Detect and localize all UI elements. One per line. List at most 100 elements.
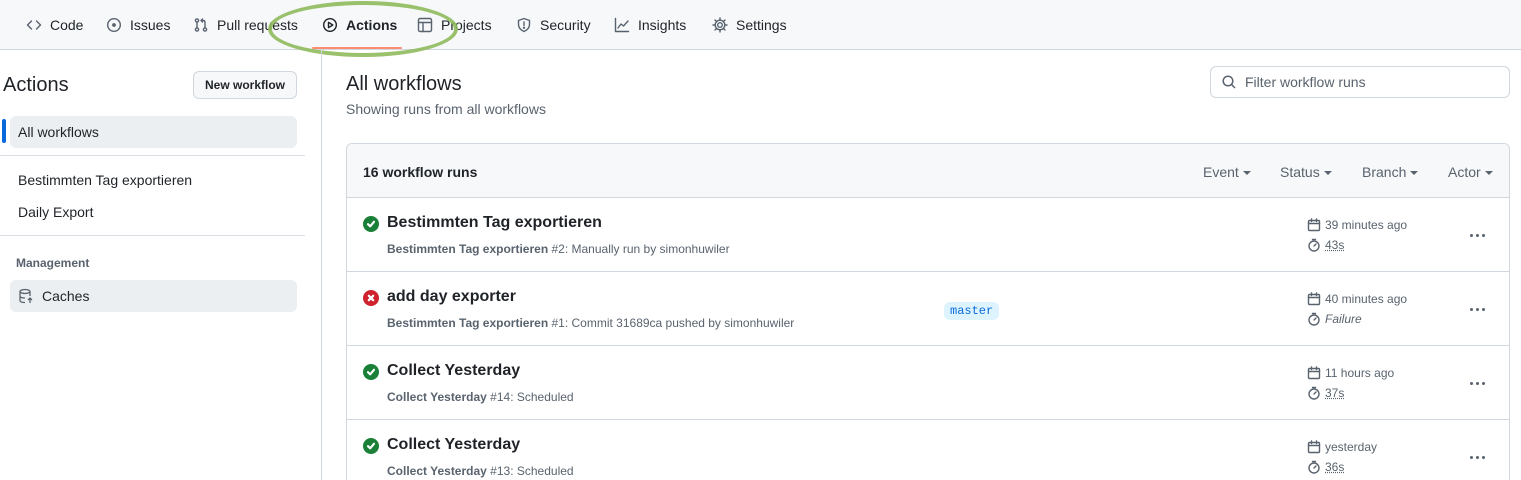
success-check-icon [363, 364, 379, 380]
sidebar-item-caches[interactable]: Caches [10, 280, 297, 312]
tab-label: Pull requests [217, 17, 298, 33]
run-options-kebab-icon[interactable] [1463, 373, 1491, 393]
database-icon [19, 288, 33, 304]
run-workflow-name[interactable]: Collect Yesterday [387, 464, 487, 478]
calendar-icon [1307, 440, 1321, 454]
workflow-run-row[interactable]: Bestimmten Tag exportieren Bestimmten Ta… [347, 198, 1509, 272]
filter-label: Event [1203, 164, 1239, 180]
caret-down-icon [1484, 171, 1493, 175]
filter-label: Status [1280, 164, 1320, 180]
tab-actions[interactable]: Actions [322, 0, 397, 50]
filter-runs-field[interactable] [1210, 66, 1510, 98]
calendar-icon [1307, 366, 1321, 380]
sidebar-divider [0, 155, 305, 156]
stopwatch-icon [1308, 312, 1320, 326]
run-workflow-name[interactable]: Bestimmten Tag exportieren [387, 242, 548, 256]
run-detail: #13: Scheduled [486, 464, 574, 478]
graph-icon [614, 17, 630, 33]
run-title[interactable]: add day exporter [387, 288, 516, 306]
tab-label: Insights [638, 17, 687, 33]
branch-tag[interactable]: master [944, 302, 1000, 320]
run-time-value: 40 minutes ago [1325, 292, 1408, 306]
run-duration: 43s [1307, 238, 1344, 252]
status-filter-dropdown[interactable]: Status [1280, 164, 1332, 180]
workflow-runs-list: 16 workflow runs Event Status Branch Act… [346, 143, 1510, 480]
sidebar-item-label: Bestimmten Tag exportieren [18, 172, 193, 188]
play-icon [322, 17, 338, 33]
stopwatch-icon [1308, 460, 1320, 474]
sidebar-divider [0, 235, 305, 236]
sidebar-item-label: Caches [42, 288, 90, 304]
shield-icon [517, 17, 531, 33]
run-duration: Failure [1307, 312, 1362, 326]
run-time: yesterday [1307, 440, 1377, 454]
tab-label: Settings [736, 17, 787, 33]
filter-runs-input[interactable] [1245, 74, 1495, 90]
run-duration-value: 36s [1325, 460, 1345, 474]
gear-icon [712, 17, 728, 33]
calendar-icon [1307, 218, 1321, 232]
run-detail: #14: Scheduled [486, 390, 574, 404]
run-options-kebab-icon[interactable] [1463, 447, 1491, 467]
code-icon [26, 20, 42, 30]
run-title[interactable]: Bestimmten Tag exportieren [387, 214, 602, 232]
selected-indicator [2, 119, 6, 143]
page-subtitle: Showing runs from all workflows [346, 101, 546, 117]
sidebar-item-label: Daily Export [18, 204, 94, 220]
run-duration: 37s [1307, 386, 1344, 400]
run-time: 40 minutes ago [1307, 292, 1407, 306]
issue-icon [106, 17, 122, 33]
caret-down-icon [1323, 171, 1332, 175]
sidebar-item-label: All workflows [18, 124, 99, 140]
run-time: 39 minutes ago [1307, 218, 1407, 232]
tab-projects[interactable]: Projects [417, 0, 492, 50]
event-filter-dropdown[interactable]: Event [1203, 164, 1251, 180]
actor-filter-dropdown[interactable]: Actor [1448, 164, 1493, 180]
tab-settings[interactable]: Settings [712, 0, 787, 50]
tab-label: Projects [441, 17, 492, 33]
sidebar-item-workflow[interactable]: Bestimmten Tag exportieren [10, 164, 297, 196]
active-tab-underline [312, 47, 402, 49]
run-time-value: 11 hours ago [1325, 366, 1395, 380]
tab-label: Security [540, 17, 591, 33]
run-duration-value: 37s [1325, 386, 1345, 400]
tab-insights[interactable]: Insights [614, 0, 686, 50]
run-title[interactable]: Collect Yesterday [387, 362, 520, 380]
run-options-kebab-icon[interactable] [1463, 225, 1491, 245]
run-workflow-name[interactable]: Bestimmten Tag exportieren [387, 316, 548, 330]
runs-count: 16 workflow runs [363, 164, 478, 180]
new-workflow-button[interactable]: New workflow [193, 71, 297, 99]
runs-list-header: 16 workflow runs Event Status Branch Act… [347, 144, 1509, 198]
branch-filter-dropdown[interactable]: Branch [1362, 164, 1419, 180]
sidebar-item-all-workflows[interactable]: All workflows [10, 116, 297, 148]
run-time-value: 39 minutes ago [1325, 218, 1408, 232]
run-time: 11 hours ago [1307, 366, 1394, 380]
run-workflow-name[interactable]: Collect Yesterday [387, 390, 487, 404]
calendar-icon [1307, 292, 1321, 306]
run-duration-value: 43s [1325, 238, 1345, 252]
tab-issues[interactable]: Issues [106, 0, 170, 50]
run-duration-value: Failure [1325, 312, 1362, 326]
run-title[interactable]: Collect Yesterday [387, 436, 520, 454]
tab-security[interactable]: Security [516, 0, 591, 50]
tab-label: Actions [346, 17, 398, 33]
page-title: All workflows [346, 73, 462, 95]
workflow-run-row[interactable]: Collect Yesterday Collect Yesterday #13:… [347, 420, 1509, 480]
success-check-icon [363, 438, 379, 454]
success-check-icon [363, 216, 379, 232]
run-options-kebab-icon[interactable] [1463, 299, 1491, 319]
sidebar-item-workflow[interactable]: Daily Export [10, 196, 297, 228]
actions-sidebar: Actions New workflow All workflows Besti… [0, 50, 322, 480]
workflow-run-row[interactable]: Collect Yesterday Collect Yesterday #14:… [347, 346, 1509, 420]
run-meta: Bestimmten Tag exportieren #2: Manually … [387, 242, 730, 256]
tab-code[interactable]: Code [26, 0, 83, 50]
sidebar-title: Actions [3, 74, 69, 96]
table-icon [417, 17, 433, 33]
workflow-run-row[interactable]: add day exporter Bestimmten Tag exportie… [347, 272, 1509, 346]
tab-pull-requests[interactable]: Pull requests [193, 0, 298, 50]
run-meta: Bestimmten Tag exportieren #1: Commit 31… [387, 316, 794, 330]
failure-x-icon [363, 290, 379, 306]
caret-down-icon [1242, 171, 1251, 175]
management-heading: Management [16, 256, 90, 270]
tab-label: Issues [130, 17, 171, 33]
